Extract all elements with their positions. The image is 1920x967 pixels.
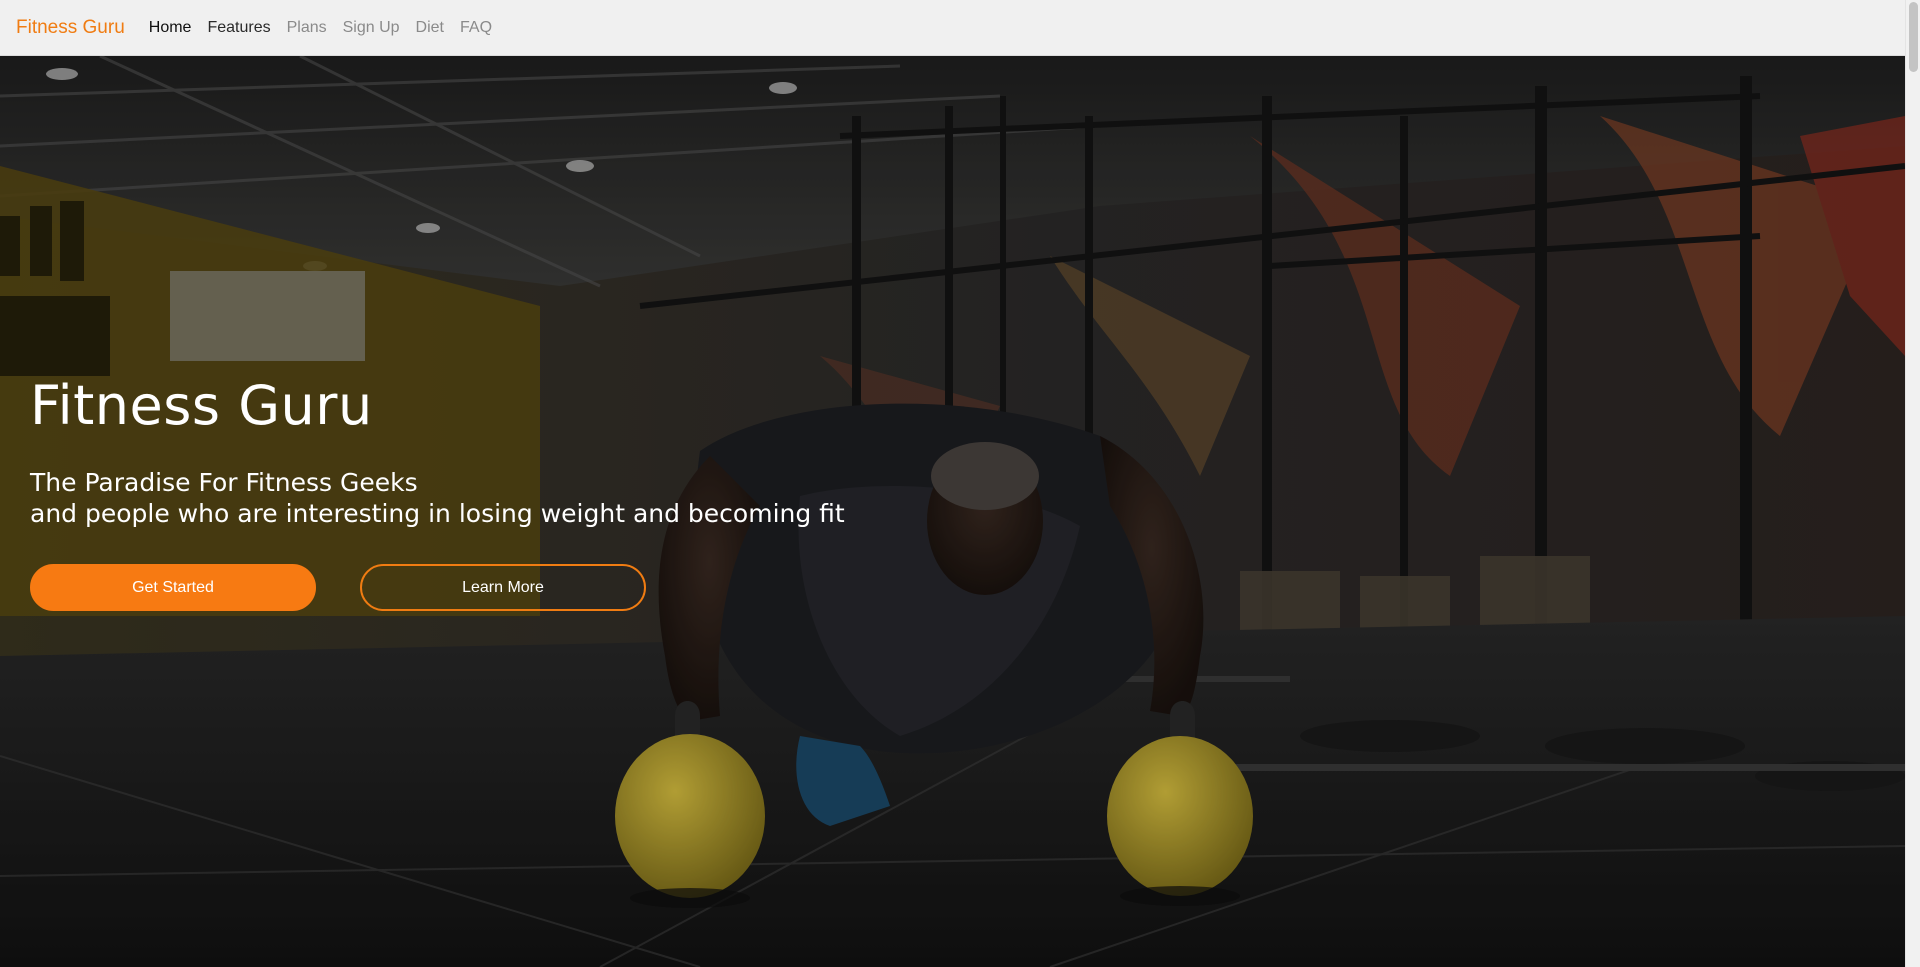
- nav-link-faq[interactable]: FAQ: [460, 19, 492, 37]
- hero-subtitle-line-2: and people who are interesting in losing…: [30, 499, 845, 529]
- page: Fitness Guru Home Features Plans Sign Up…: [0, 0, 1920, 967]
- brand-logo-link[interactable]: Fitness Guru: [16, 17, 125, 39]
- hero-button-group: Get Started Learn More: [30, 564, 930, 612]
- hero-subtitle: The Paradise For Fitness Geeks and peopl…: [30, 467, 930, 529]
- learn-more-button[interactable]: Learn More: [360, 564, 646, 612]
- nav-link-plans[interactable]: Plans: [287, 19, 327, 37]
- hero-section: Fitness Guru The Paradise For Fitness Ge…: [0, 56, 1905, 967]
- nav-link-sign-up[interactable]: Sign Up: [343, 19, 400, 37]
- get-started-button[interactable]: Get Started: [30, 564, 316, 612]
- scrollbar-thumb[interactable]: [1909, 2, 1918, 72]
- hero-subtitle-line-1: The Paradise For Fitness Geeks: [30, 468, 418, 498]
- hero-title: Fitness Guru: [30, 374, 373, 437]
- top-navbar: Fitness Guru Home Features Plans Sign Up…: [0, 0, 1905, 56]
- vertical-scrollbar[interactable]: [1905, 0, 1920, 967]
- nav-link-diet[interactable]: Diet: [416, 19, 444, 37]
- nav-link-features[interactable]: Features: [207, 19, 270, 37]
- hero-content: Fitness Guru The Paradise For Fitness Ge…: [30, 374, 930, 612]
- nav-link-home[interactable]: Home: [149, 19, 192, 37]
